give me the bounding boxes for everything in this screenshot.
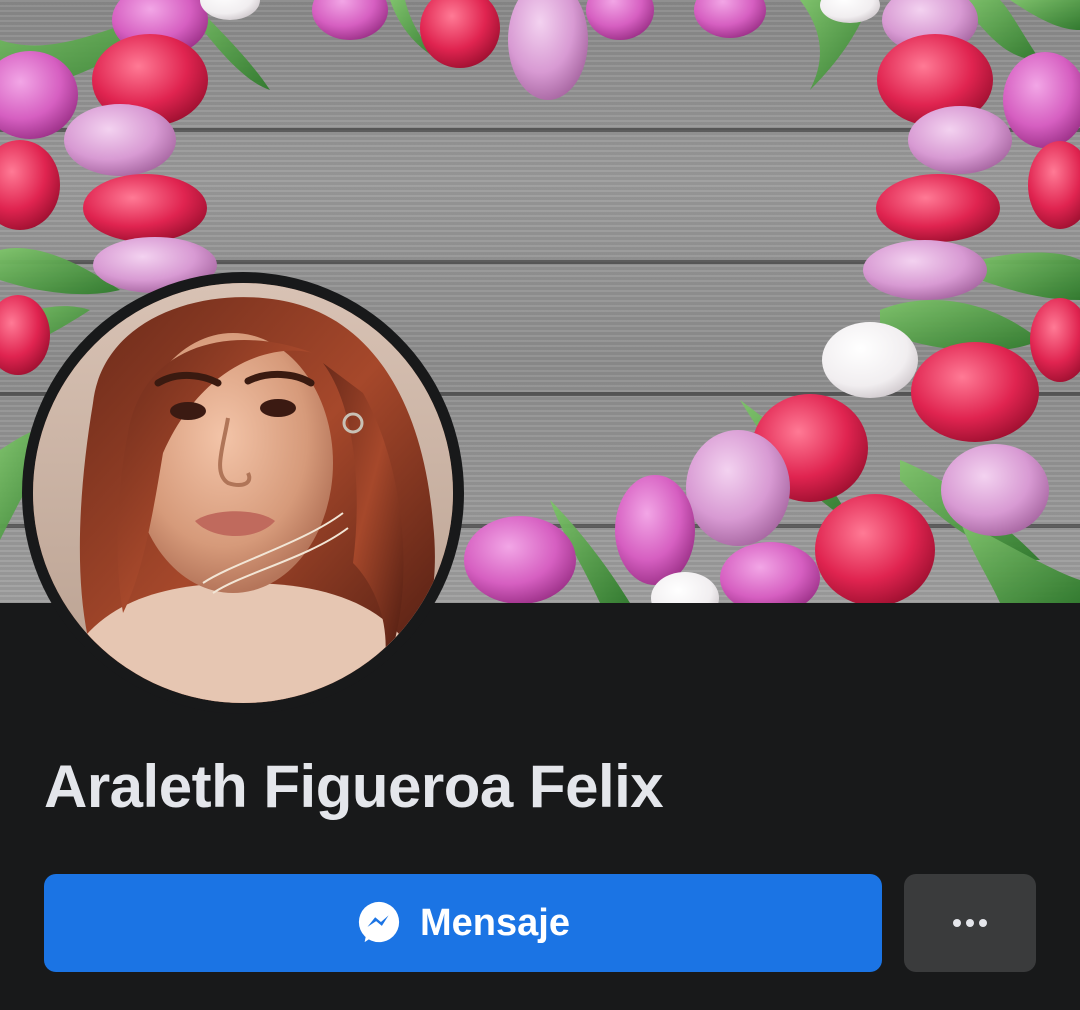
message-button-label: Mensaje: [420, 901, 570, 944]
more-horizontal-icon: [953, 919, 987, 927]
profile-avatar[interactable]: [33, 283, 453, 703]
more-options-button[interactable]: [904, 874, 1036, 972]
avatar-portrait-image: [33, 283, 453, 703]
profile-page: Araleth Figueroa Felix Mensaje: [0, 0, 1080, 1010]
message-button[interactable]: Mensaje: [44, 874, 882, 972]
profile-name: Araleth Figueroa Felix: [44, 753, 664, 820]
messenger-icon: [358, 901, 400, 943]
